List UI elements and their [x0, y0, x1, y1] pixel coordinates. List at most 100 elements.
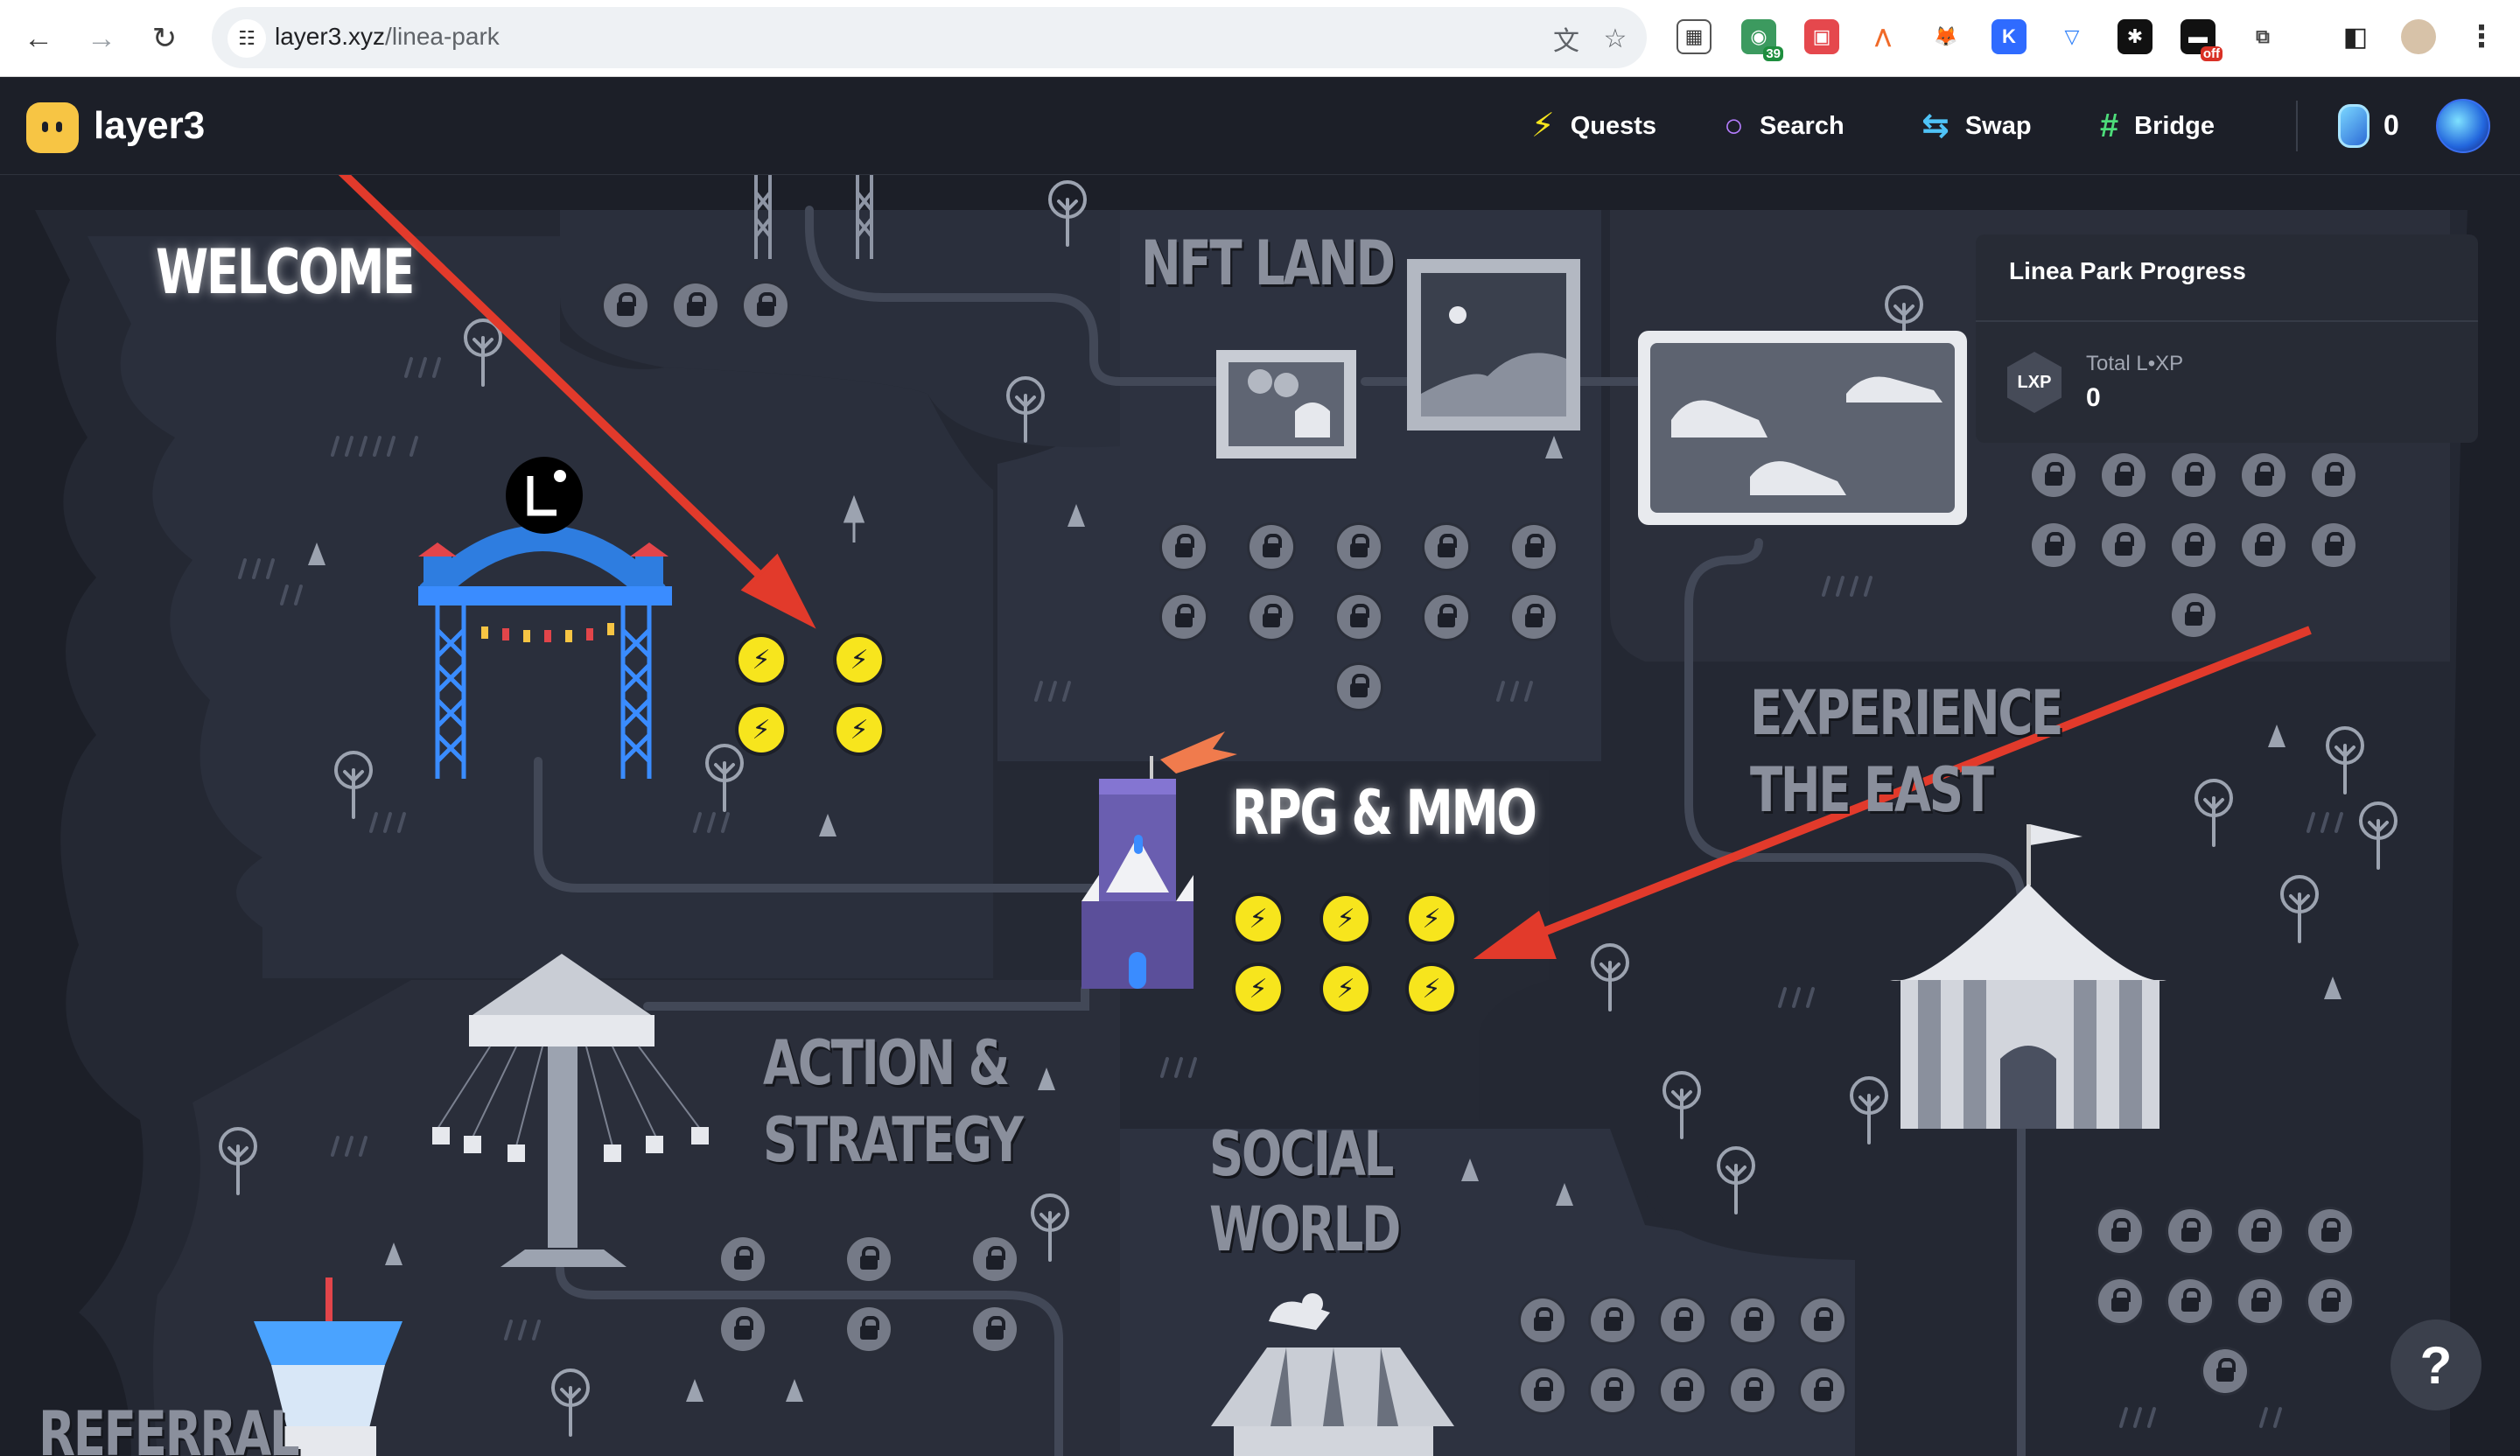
- lock-icon[interactable]: [721, 1307, 765, 1351]
- shield-extension-icon[interactable]: ▽: [2054, 19, 2090, 54]
- lock-icon[interactable]: [2102, 523, 2146, 567]
- quest-marker[interactable]: ⚡: [738, 637, 784, 682]
- nav-quests[interactable]: ⚡ Quests: [1531, 104, 1656, 148]
- lxp-badge-icon: LXP: [2007, 352, 2062, 413]
- browser-toolbar: ← → ↻ ☷ layer3.xyz/linea-park 文 ☆ ▦ ◉ 39 …: [0, 0, 2520, 77]
- quest-marker[interactable]: ⚡: [1236, 896, 1281, 942]
- lock-icon[interactable]: [1521, 1368, 1564, 1412]
- lock-icon[interactable]: [847, 1237, 891, 1281]
- lock-icon[interactable]: [1512, 595, 1556, 639]
- forward-icon[interactable]: →: [80, 18, 122, 60]
- off-extension-icon[interactable]: ▬ off: [2180, 19, 2222, 61]
- translate-icon[interactable]: 文: [1549, 21, 1584, 56]
- bookmark-star-icon[interactable]: ☆: [1598, 21, 1633, 56]
- lock-icon[interactable]: [2168, 1279, 2212, 1323]
- k-extension-icon[interactable]: K: [1992, 19, 2026, 54]
- layer3-logo-icon[interactable]: [26, 102, 79, 153]
- lxp-balance[interactable]: 0: [2384, 109, 2399, 142]
- lock-icon[interactable]: [1801, 1298, 1844, 1342]
- linea-park-map[interactable]: WELCOME NFT LAND RPG & MMO EXPERIENCE TH…: [0, 175, 2520, 1456]
- lock-icon[interactable]: [973, 1237, 1017, 1281]
- lock-icon[interactable]: [2102, 453, 2146, 497]
- quest-marker[interactable]: ⚡: [1236, 966, 1281, 1012]
- dark-extension-icon[interactable]: ✱: [2118, 19, 2152, 54]
- browser-menu-icon[interactable]: ⋮: [2464, 19, 2499, 54]
- user-avatar[interactable]: [2436, 99, 2490, 153]
- side-panel-icon[interactable]: ◧: [2338, 19, 2373, 54]
- lock-icon[interactable]: [1162, 595, 1206, 639]
- quest-marker[interactable]: ⚡: [1409, 966, 1454, 1012]
- quest-marker[interactable]: ⚡: [1323, 966, 1368, 1012]
- quest-marker[interactable]: ⚡: [836, 637, 882, 682]
- lock-icon[interactable]: [2312, 523, 2356, 567]
- site-info-icon[interactable]: ☷: [228, 19, 266, 58]
- lock-icon[interactable]: [1731, 1368, 1774, 1412]
- lock-icon[interactable]: [2238, 1209, 2282, 1253]
- extensions-puzzle-icon[interactable]: ⧉: [2245, 19, 2280, 54]
- lock-icon[interactable]: [2098, 1209, 2142, 1253]
- lock-icon[interactable]: [2172, 523, 2216, 567]
- lock-icon[interactable]: [2242, 523, 2286, 567]
- lightning-icon: ⚡: [1531, 108, 1555, 144]
- profile-avatar-icon[interactable]: [2401, 19, 2436, 54]
- nav-swap[interactable]: ⇆ Swap: [1922, 104, 2032, 148]
- nav-bridge[interactable]: # Bridge: [2100, 104, 2215, 148]
- lock-icon[interactable]: [1731, 1298, 1774, 1342]
- nav-search[interactable]: ○ Search: [1724, 104, 1844, 148]
- lightning-icon: ⚡: [1249, 974, 1268, 1004]
- lock-icon[interactable]: [1661, 1368, 1704, 1412]
- quest-marker[interactable]: ⚡: [738, 707, 784, 752]
- url-path: /linea-park: [385, 23, 500, 50]
- lock-icon[interactable]: [1801, 1368, 1844, 1412]
- lock-icon[interactable]: [1512, 525, 1556, 569]
- lock-icon[interactable]: [1521, 1298, 1564, 1342]
- logo-text[interactable]: layer3: [94, 104, 205, 148]
- lock-icon[interactable]: [2312, 453, 2356, 497]
- lock-icon[interactable]: [2098, 1279, 2142, 1323]
- lightning-icon: ⚡: [850, 645, 869, 675]
- lock-icon[interactable]: [1424, 525, 1468, 569]
- lock-icon[interactable]: [674, 284, 718, 327]
- progress-panel: Linea Park Progress LXP Total L•XP 0: [1976, 234, 2478, 443]
- lock-icon[interactable]: [2308, 1279, 2352, 1323]
- lock-icon[interactable]: [973, 1307, 1017, 1351]
- lock-icon[interactable]: [2238, 1279, 2282, 1323]
- red-extension-icon[interactable]: ▣: [1804, 19, 1839, 54]
- address-bar[interactable]: ☷ layer3.xyz/linea-park 文 ☆: [212, 7, 1647, 68]
- lock-icon[interactable]: [1591, 1368, 1634, 1412]
- lock-icon[interactable]: [847, 1307, 891, 1351]
- lock-icon[interactable]: [2172, 453, 2216, 497]
- reload-icon[interactable]: ↻: [144, 18, 186, 60]
- lock-icon[interactable]: [1337, 595, 1381, 639]
- quest-marker[interactable]: ⚡: [1409, 896, 1454, 942]
- lock-icon[interactable]: [1661, 1298, 1704, 1342]
- lightning-icon: ⚡: [1422, 904, 1441, 934]
- lock-icon[interactable]: [1162, 525, 1206, 569]
- lock-icon[interactable]: [604, 284, 648, 327]
- lock-icon[interactable]: [721, 1237, 765, 1281]
- lock-icon[interactable]: [2203, 1349, 2247, 1393]
- green-extension-icon[interactable]: ◉ 39: [1741, 19, 1783, 61]
- lock-icon[interactable]: [2172, 593, 2216, 637]
- lock-icon[interactable]: [2308, 1209, 2352, 1253]
- orange-extension-icon[interactable]: ⋀: [1866, 19, 1900, 54]
- lock-icon[interactable]: [2242, 453, 2286, 497]
- lock-icon[interactable]: [1337, 665, 1381, 709]
- nft-frame-large-icon: [1407, 259, 1580, 430]
- qr-extension-icon[interactable]: ▦: [1676, 19, 1712, 54]
- lock-icon[interactable]: [1424, 595, 1468, 639]
- quest-marker[interactable]: ⚡: [1323, 896, 1368, 942]
- lxp-gem-icon[interactable]: [2338, 104, 2370, 148]
- lock-icon[interactable]: [2032, 453, 2076, 497]
- back-icon[interactable]: ←: [18, 18, 60, 60]
- lock-icon[interactable]: [1250, 525, 1293, 569]
- lock-icon[interactable]: [1337, 525, 1381, 569]
- help-button[interactable]: ?: [2390, 1320, 2482, 1410]
- lock-icon[interactable]: [1591, 1298, 1634, 1342]
- lock-icon[interactable]: [1250, 595, 1293, 639]
- quest-marker[interactable]: ⚡: [836, 707, 882, 752]
- lock-icon[interactable]: [744, 284, 788, 327]
- lock-icon[interactable]: [2032, 523, 2076, 567]
- metamask-fox-icon[interactable]: 🦊: [1928, 19, 1964, 54]
- lock-icon[interactable]: [2168, 1209, 2212, 1253]
